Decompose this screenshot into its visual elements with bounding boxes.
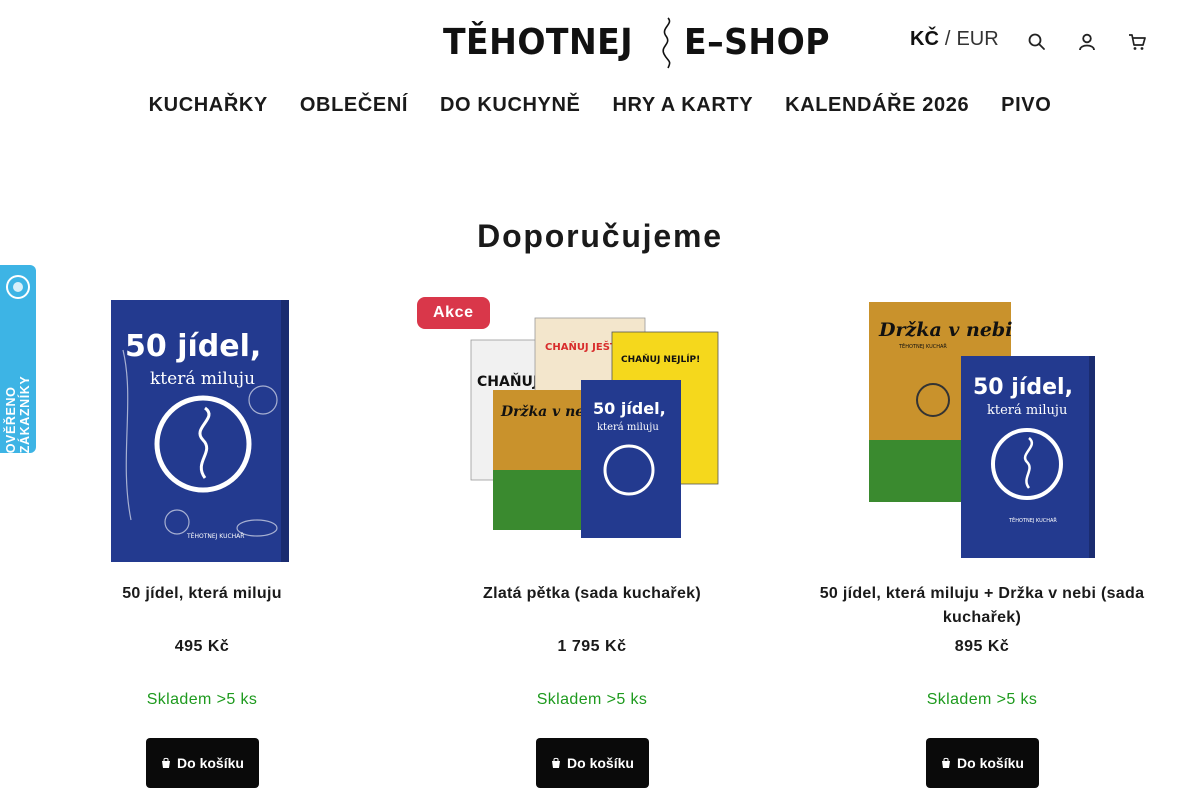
site-logo[interactable]: TĚHOTNEJ E–SHOP: [443, 16, 842, 70]
nav-item-do-kuchyne[interactable]: DO KUCHYNĚ: [424, 94, 596, 117]
add-to-cart-button[interactable]: Do košíku: [536, 738, 649, 788]
product-image[interactable]: 50 jídel, která miluju TĚHOTNEJ KUCHAŘ: [27, 290, 377, 570]
product-price: 895 Kč: [954, 638, 1010, 655]
cover-title-1: 50 jídel,: [125, 329, 261, 364]
cover-b: 50 jídel,: [973, 375, 1073, 400]
product-card: CHAŇUJ CHAŇUJ JEŠTĚ LÍP! CHAŇUJ NEJLÍP! …: [417, 290, 767, 800]
cover-a: Držka v nebi: [878, 319, 1012, 341]
cover-c: CHAŇUJ NEJLÍP!: [621, 353, 700, 365]
cover-b2: která miluju: [987, 403, 1067, 418]
product-card: Držka v nebi TĚHOTNEJ KUCHAŘ 50 jídel, k…: [807, 290, 1157, 800]
nav-item-kucharky[interactable]: KUCHAŘKY: [133, 94, 284, 117]
cover-e2: která miluju: [597, 422, 659, 433]
search-icon[interactable]: [1026, 30, 1048, 54]
logo-text-right: E–SHOP: [683, 22, 830, 63]
add-to-cart-button[interactable]: Do košíku: [926, 738, 1039, 788]
cart-icon: [551, 757, 561, 769]
cover-title-2: která miluju: [150, 369, 255, 389]
cart-icon: [161, 757, 171, 769]
header-icons: [1026, 30, 1148, 54]
nav-item-obleceni[interactable]: OBLEČENÍ: [284, 94, 424, 117]
product-stock: Skladem >5 ks: [536, 691, 648, 708]
product-name[interactable]: 50 jídel, která miluju + Držka v nebi (s…: [807, 582, 1157, 630]
product-image[interactable]: CHAŇUJ CHAŇUJ JEŠTĚ LÍP! CHAŇUJ NEJLÍP! …: [417, 290, 767, 570]
add-to-cart-label: Do košíku: [177, 755, 244, 771]
nav-item-kalendare[interactable]: KALENDÁŘE 2026: [769, 94, 985, 117]
cover-a-sub: TĚHOTNEJ KUCHAŘ: [898, 342, 947, 350]
product-card: 50 jídel, která miluju TĚHOTNEJ KUCHAŘ 5…: [27, 290, 377, 800]
cover-author: TĚHOTNEJ KUCHAŘ: [186, 532, 244, 540]
product-stock: Skladem >5 ks: [926, 691, 1038, 708]
user-icon[interactable]: [1076, 30, 1098, 54]
main-navigation: KUCHAŘKY OBLEČENÍ DO KUCHYNĚ HRY A KARTY…: [0, 94, 1200, 117]
cart-icon[interactable]: [1126, 30, 1148, 54]
cover-b-author: TĚHOTNEJ KUCHAŘ: [1008, 516, 1057, 524]
logo-text-left: TĚHOTNEJ: [443, 22, 634, 63]
site-header: TĚHOTNEJ E–SHOP KČ / EUR KUCHAŘKY OBLEČE…: [0, 0, 1200, 140]
currency-czk[interactable]: KČ: [910, 28, 939, 51]
section-title: Doporučujeme: [477, 218, 723, 254]
nav-item-hry-a-karty[interactable]: HRY A KARTY: [596, 94, 769, 117]
currency-eur[interactable]: EUR: [956, 28, 998, 51]
cart-icon: [941, 757, 951, 769]
add-to-cart-label: Do košíku: [567, 755, 634, 771]
product-stock: Skladem >5 ks: [146, 691, 258, 708]
product-image[interactable]: Držka v nebi TĚHOTNEJ KUCHAŘ 50 jídel, k…: [807, 290, 1157, 570]
product-list: 50 jídel, která miluju TĚHOTNEJ KUCHAŘ 5…: [0, 290, 1200, 800]
sale-badge: Akce: [417, 297, 490, 329]
logo-swirl-icon: [661, 17, 670, 69]
add-to-cart-label: Do košíku: [957, 755, 1024, 771]
nav-item-pivo[interactable]: PIVO: [985, 94, 1067, 117]
add-to-cart-button[interactable]: Do košíku: [146, 738, 259, 788]
cover-e: 50 jídel,: [593, 399, 666, 418]
product-name[interactable]: Zlatá pětka (sada kuchařek): [417, 582, 767, 606]
product-price: 1 795 Kč: [557, 638, 627, 655]
currency-switcher: KČ / EUR: [910, 28, 999, 51]
cover-a: CHAŇUJ: [477, 373, 538, 390]
product-price: 495 Kč: [174, 638, 230, 655]
currency-separator: /: [944, 28, 951, 50]
product-name[interactable]: 50 jídel, která miluju: [27, 582, 377, 606]
